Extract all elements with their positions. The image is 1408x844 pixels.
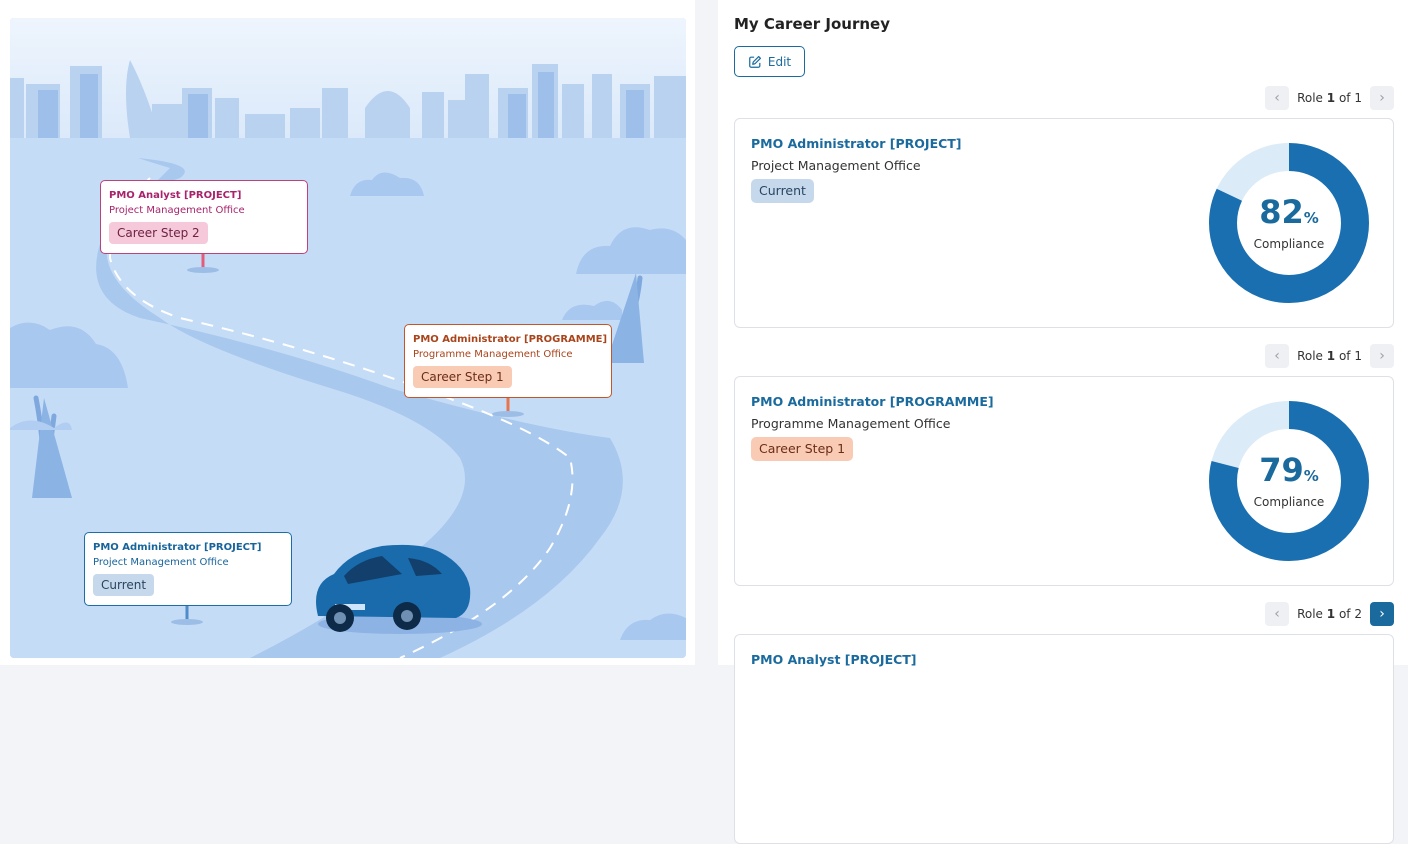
next-role-button[interactable]: › (1370, 602, 1394, 626)
map-card-current[interactable]: PMO Administrator [PROJECT] Project Mana… (84, 532, 292, 606)
role-pager: ‹ Role 1 of 1 › (1265, 344, 1394, 368)
role-pager-text: Role 1 of 1 (1297, 349, 1362, 363)
map-card-badge: Career Step 2 (109, 222, 208, 244)
map-card-subtitle: Programme Management Office (413, 349, 573, 360)
prev-role-button[interactable]: ‹ (1265, 86, 1290, 110)
chevron-right-icon: › (1379, 90, 1385, 106)
next-role-button[interactable]: › (1370, 86, 1394, 110)
map-card-badge: Current (93, 574, 155, 596)
compliance-label: Compliance (1253, 237, 1325, 251)
status-badge: Current (751, 179, 814, 203)
role-pager: ‹ Role 1 of 1 › (1265, 86, 1394, 110)
edit-button-label: Edit (767, 54, 792, 69)
chevron-left-icon: ‹ (1274, 606, 1280, 622)
map-card-badge: Career Step 1 (413, 366, 512, 388)
status-badge: Career Step 1 (751, 437, 854, 461)
map-card-subtitle: Project Management Office (93, 557, 229, 568)
role-office: Project Management Office (751, 158, 921, 173)
career-journey-panel: My Career Journey Edit ‹ Role 1 of 1 › P… (718, 0, 1408, 844)
chevron-left-icon: ‹ (1274, 90, 1280, 106)
map-card-title: PMO Analyst [PROJECT] (109, 190, 242, 201)
edit-icon (749, 55, 761, 68)
role-pager-text: Role 1 of 2 (1297, 607, 1362, 621)
page-title: My Career Journey (734, 15, 891, 33)
chevron-right-icon: › (1379, 348, 1385, 364)
role-office: Programme Management Office (751, 416, 951, 431)
compliance-label: Compliance (1253, 495, 1325, 509)
compliance-value: 79% Compliance (1253, 451, 1325, 509)
next-role-button[interactable]: › (1370, 344, 1394, 368)
career-road-map: PMO Analyst [PROJECT] Project Management… (10, 18, 686, 658)
prev-role-button[interactable]: ‹ (1265, 344, 1290, 368)
role-pager-text: Role 1 of 1 (1297, 91, 1362, 105)
prev-role-button[interactable]: ‹ (1265, 602, 1290, 626)
role-card[interactable]: PMO Analyst [PROJECT] (734, 634, 1394, 844)
map-card-career-step-2[interactable]: PMO Analyst [PROJECT] Project Management… (100, 180, 308, 254)
map-card-subtitle: Project Management Office (109, 205, 245, 216)
compliance-percent: 79 (1259, 451, 1304, 489)
edit-button[interactable]: Edit (734, 46, 805, 77)
role-title: PMO Administrator [PROJECT] (751, 136, 962, 151)
compliance-percent: 82 (1259, 193, 1304, 231)
career-map-panel: PMO Analyst [PROJECT] Project Management… (0, 0, 695, 665)
map-card-title: PMO Administrator [PROGRAMME] (413, 334, 608, 345)
role-card[interactable]: PMO Administrator [PROJECT] Project Mana… (734, 118, 1394, 328)
role-pager: ‹ Role 1 of 2 › (1265, 602, 1394, 626)
role-title: PMO Administrator [PROGRAMME] (751, 394, 994, 409)
map-card-title: PMO Administrator [PROJECT] (93, 542, 262, 553)
chevron-left-icon: ‹ (1274, 348, 1280, 364)
map-card-career-step-1[interactable]: PMO Administrator [PROGRAMME] Programme … (404, 324, 612, 398)
chevron-right-icon: › (1379, 606, 1385, 622)
role-card[interactable]: PMO Administrator [PROGRAMME] Programme … (734, 376, 1394, 586)
compliance-value: 82% Compliance (1253, 193, 1325, 251)
